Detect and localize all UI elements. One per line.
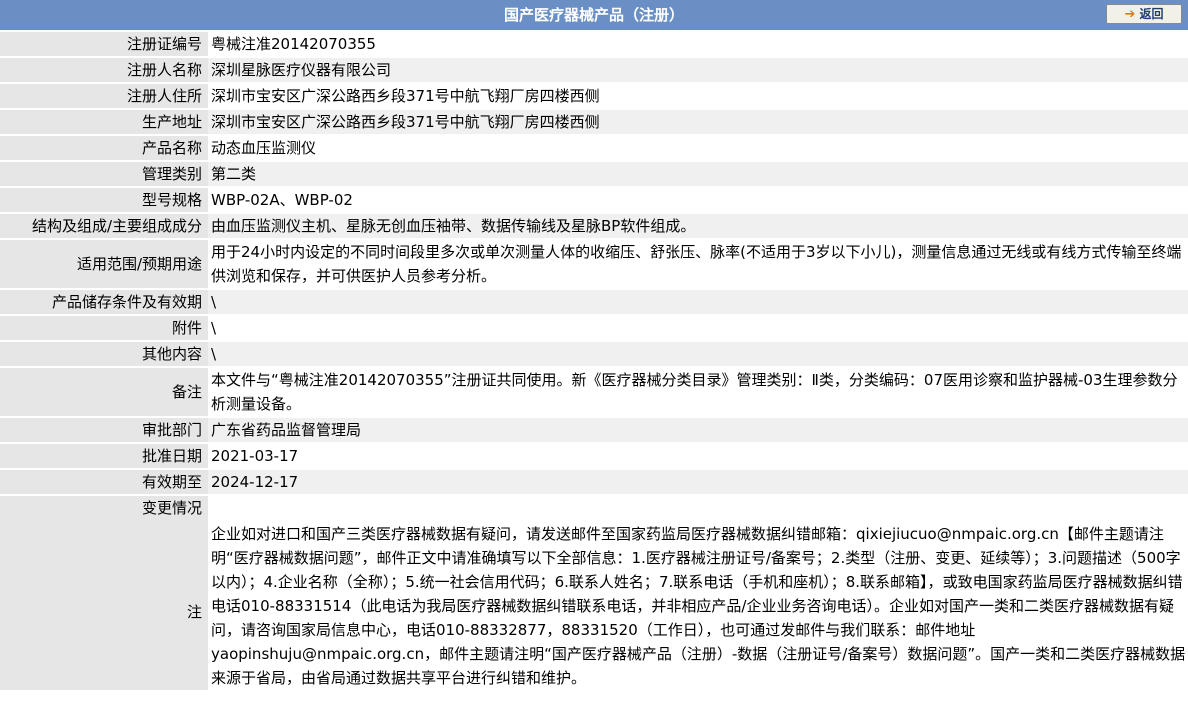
table-row: 生产地址 深圳市宝安区广深公路西乡段371号中航飞翔厂房四楼西侧 [0, 110, 1188, 134]
note-label-cell: 变更情况注 [0, 496, 208, 690]
table-row: 管理类别 第二类 [0, 162, 1188, 186]
note-cell: 企业如对进口和国产三类医疗器械数据有疑问，请发送邮件至国家药监局医疗器械数据纠错… [208, 496, 1188, 690]
field-value: WBP-02A、WBP-02 [208, 188, 1188, 212]
table-row: 注册人名称 深圳星脉医疗仪器有限公司 [0, 58, 1188, 82]
table-row: 结构及组成/主要组成成分 由血压监测仪主机、星脉无创血压袖带、数据传输线及星脉B… [0, 214, 1188, 238]
field-value: 用于24小时内设定的不同时间段里多次或单次测量人体的收缩压、舒张压、脉率(不适用… [208, 240, 1188, 288]
back-button-label: 返回 [1139, 7, 1164, 21]
field-value: \ [208, 342, 1188, 366]
field-label: 变更情况 [141, 499, 202, 517]
table-row: 产品名称 动态血压监测仪 [0, 136, 1188, 160]
field-label: 产品储存条件及有效期 [0, 290, 208, 314]
field-value: \ [208, 290, 1188, 314]
field-label: 批准日期 [0, 444, 208, 468]
field-label: 适用范围/预期用途 [0, 240, 208, 288]
note-text: 企业如对进口和国产三类医疗器械数据有疑问，请发送邮件至国家药监局医疗器械数据纠错… [211, 525, 1186, 687]
back-button[interactable]: ➔ 返回 [1106, 4, 1182, 24]
table-row: 有效期至 2024-12-17 [0, 470, 1188, 494]
field-value: 2021-03-17 [208, 444, 1188, 468]
page-header: 国产医疗器械产品（注册） ➔ 返回 [0, 0, 1188, 30]
table-row: 型号规格 WBP-02A、WBP-02 [0, 188, 1188, 212]
note-label: 注 [186, 603, 202, 621]
table-row: 注册人住所 深圳市宝安区广深公路西乡段371号中航飞翔厂房四楼西侧 [0, 84, 1188, 108]
table-row: 批准日期 2021-03-17 [0, 444, 1188, 468]
table-row: 备注 本文件与“粤械注准20142070355”注册证共同使用。新《医疗器械分类… [0, 368, 1188, 416]
field-label: 型号规格 [0, 188, 208, 212]
table-row: 审批部门 广东省药品监督管理局 [0, 418, 1188, 442]
field-label: 注册人住所 [0, 84, 208, 108]
table-row: 产品储存条件及有效期 \ [0, 290, 1188, 314]
page-title: 国产医疗器械产品（注册） [503, 6, 684, 24]
field-label: 注册人名称 [0, 58, 208, 82]
field-label: 产品名称 [0, 136, 208, 160]
detail-table: 注册证编号 粤械注准20142070355 注册人名称 深圳星脉医疗仪器有限公司… [0, 30, 1188, 692]
field-label: 管理类别 [0, 162, 208, 186]
table-row: 其他内容 \ [0, 342, 1188, 366]
table-row: 适用范围/预期用途 用于24小时内设定的不同时间段里多次或单次测量人体的收缩压、… [0, 240, 1188, 288]
field-value: 动态血压监测仪 [208, 136, 1188, 160]
field-label: 注册证编号 [0, 32, 208, 56]
field-label: 有效期至 [0, 470, 208, 494]
field-value: 粤械注准20142070355 [208, 32, 1188, 56]
field-value: 广东省药品监督管理局 [208, 418, 1188, 442]
field-value: 第二类 [208, 162, 1188, 186]
field-value: 2024-12-17 [208, 470, 1188, 494]
table-row: 变更情况注 企业如对进口和国产三类医疗器械数据有疑问，请发送邮件至国家药监局医疗… [0, 496, 1188, 690]
field-label: 附件 [0, 316, 208, 340]
field-value: 由血压监测仪主机、星脉无创血压袖带、数据传输线及星脉BP软件组成。 [208, 214, 1188, 238]
table-row: 注册证编号 粤械注准20142070355 [0, 32, 1188, 56]
field-value: 深圳星脉医疗仪器有限公司 [208, 58, 1188, 82]
field-value: \ [208, 316, 1188, 340]
field-label: 审批部门 [0, 418, 208, 442]
field-value: 深圳市宝安区广深公路西乡段371号中航飞翔厂房四楼西侧 [208, 84, 1188, 108]
field-label: 生产地址 [0, 110, 208, 134]
field-value: 深圳市宝安区广深公路西乡段371号中航飞翔厂房四楼西侧 [208, 110, 1188, 134]
table-row: 附件 \ [0, 316, 1188, 340]
arrow-right-icon: ➔ [1124, 7, 1136, 22]
field-label: 备注 [0, 368, 208, 416]
field-label: 结构及组成/主要组成成分 [0, 214, 208, 238]
field-label: 其他内容 [0, 342, 208, 366]
field-value: 本文件与“粤械注准20142070355”注册证共同使用。新《医疗器械分类目录》… [208, 368, 1188, 416]
